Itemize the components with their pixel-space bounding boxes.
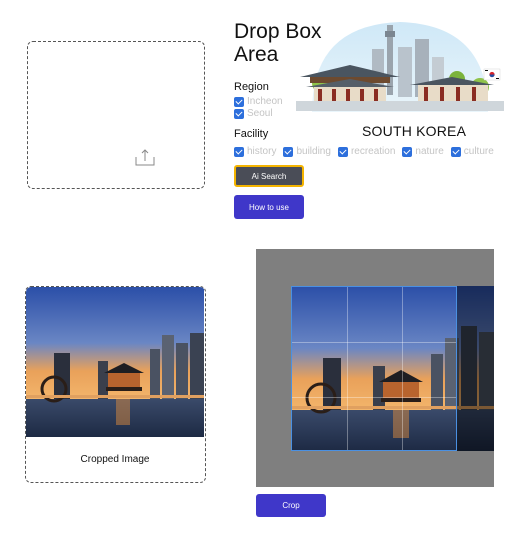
checkbox-label: recreation [350,146,396,157]
checkbox-checked[interactable] [337,146,348,157]
crop-grid-line [292,397,456,398]
checkbox-label: nature [415,146,444,157]
checkbox-label: building [296,146,331,157]
facility-checkbox-building[interactable]: building [283,146,331,157]
ai-search-button[interactable]: Ai Search [234,165,304,187]
checkbox-label: culture [463,146,494,157]
checkbox-checked[interactable] [450,146,461,157]
facility-checkbox-history[interactable]: history [234,146,276,157]
crop-grid-line [292,342,456,343]
checkbox-checked[interactable] [283,146,294,157]
region-label: Region [234,81,269,93]
checkbox-checked[interactable] [234,146,244,157]
image-drop-zone[interactable] [27,41,205,189]
facility-label: Facility [234,128,269,140]
crop-editor[interactable] [256,249,494,487]
checkbox-checked[interactable] [234,108,244,119]
crop-button[interactable]: Crop [256,494,326,517]
korea-flag-icon [483,68,501,81]
facility-checkbox-culture[interactable]: culture [450,146,494,157]
country-label: SOUTH KOREA [362,123,467,139]
crop-selection-box[interactable] [291,286,457,451]
region-checkbox-seoul[interactable]: Seoul [234,108,273,119]
cropped-image-card: Cropped Image [25,286,206,483]
korea-skyline-illustration [296,22,504,112]
facility-checkbox-nature[interactable]: nature [402,146,444,157]
cropped-image-preview [26,287,204,437]
facility-options: history building recreation nature cultu… [234,146,494,157]
crop-grid-line [402,287,403,450]
checkbox-label: Incheon [247,96,283,107]
checkbox-label: Seoul [247,108,273,119]
checkbox-checked[interactable] [234,96,244,107]
checkbox-checked[interactable] [402,146,413,157]
crop-outside-shade [457,286,494,451]
region-checkbox-incheon[interactable]: Incheon [234,96,283,107]
cropped-image-caption: Cropped Image [80,454,150,465]
crop-grid-line [347,287,348,450]
how-to-use-button[interactable]: How to use [234,195,304,219]
facility-checkbox-recreation[interactable]: recreation [337,146,396,157]
upload-icon [135,149,155,166]
checkbox-label: history [247,146,277,157]
